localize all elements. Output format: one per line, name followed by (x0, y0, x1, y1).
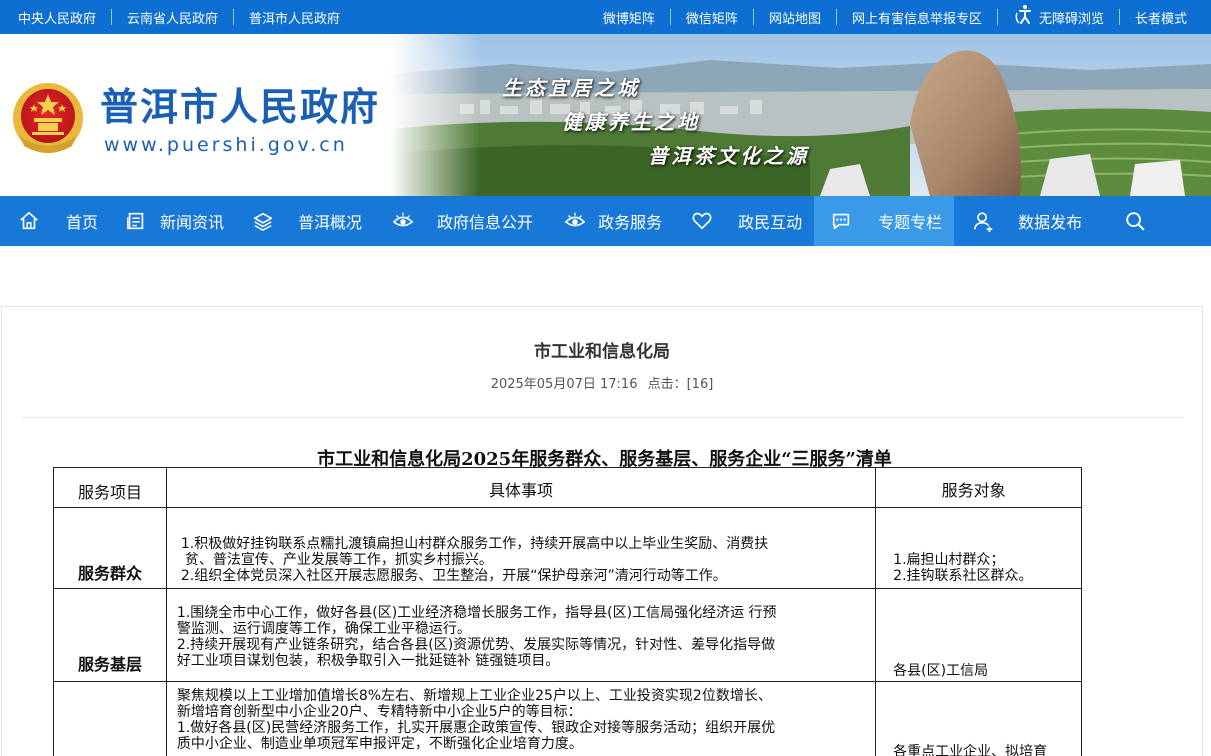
link-site-map[interactable]: 网站地图 (769, 8, 821, 27)
nav-item-label: 专题专栏 (878, 213, 943, 232)
nav-item-home[interactable]: 首页 (0, 196, 98, 246)
article-title: 市工业和信息化局 (534, 342, 670, 362)
column-header: 服务项目 (53, 467, 167, 508)
column-header: 服务对象 (875, 467, 1082, 508)
service-details-cell: 1.积极做好挂钩联系点糯扎渡镇扁担山村群众服务工作，持续开展高中以上毕业生奖励、… (165, 507, 877, 589)
service-list-table: 服务项目 具体事项 服务对象 服务群众 1.积极做好挂钩联系点糯扎渡镇扁担山村群… (53, 467, 1082, 756)
detail-line: 1.围绕全市中心工作，做好各县(区)工业经济稳增长服务工作，指导县(区)工信局强… (176, 605, 777, 621)
link-puer-government[interactable]: 普洱市人民政府 (249, 8, 340, 27)
link-central-government[interactable]: 中央人民政府 (18, 8, 96, 27)
service-details-cell: 聚焦规模以上工业增加值增长8%左右、新增规上工业企业25户以上、工业投资实现2位… (165, 681, 877, 756)
nav-item-special-topics[interactable]: 专题专栏 (814, 196, 955, 246)
table-row: 服务群众 1.积极做好挂钩联系点糯扎渡镇扁担山村群众服务工作，持续开展高中以上毕… (53, 507, 1082, 589)
site-url: www.puershi.gov.cn (104, 134, 348, 156)
divider (669, 9, 671, 25)
service-item-cell (53, 681, 167, 756)
nav-item-news[interactable]: 新闻资讯 (125, 196, 224, 246)
service-item-cell: 服务群众 (53, 507, 167, 589)
article-clicks: 点击：[16] (647, 377, 714, 392)
target-line: 2.挂钩联系社区群众。 (893, 568, 1033, 584)
home-icon (18, 210, 40, 232)
divider (835, 9, 837, 25)
link-yunnan-government[interactable]: 云南省人民政府 (127, 8, 218, 27)
detail-line: 1.做好各县(区)民营经济服务工作，扎实开展惠企政策宣传、银政企对接等服务活动；… (176, 720, 776, 736)
table-header-row: 服务项目 具体事项 服务对象 (53, 467, 1082, 508)
nav-item-interaction[interactable]: 政民互动 (691, 196, 802, 246)
service-target-cell: 1.扁担山村群众； 2.挂钩联系社区群众。 (875, 507, 1082, 589)
detail-line: 好工业项目谋划包装，积极争取引入一批延链补 链强链项目。 (176, 653, 560, 669)
nav-item-label: 政府信息公开 (437, 213, 534, 232)
nav-item-label: 首页 (66, 213, 99, 232)
news-icon (125, 210, 147, 232)
banner-slogan-2: 健康养生之地 (562, 110, 700, 134)
chat-icon (830, 210, 852, 232)
nav-item-gov-info[interactable]: 政府信息公开 (392, 196, 533, 246)
service-details-cell: 1.围绕全市中心工作，做好各县(区)工业经济稳增长服务工作，指导县(区)工信局强… (165, 588, 877, 682)
nav-item-label: 政民互动 (738, 213, 803, 232)
detail-line: 质中小企业、制造业单项冠军申报评定，不断强化企业培育力度。 (176, 736, 583, 752)
banner-slogan-3: 普洱茶文化之源 (648, 144, 809, 168)
article-date: 2025年05月07日 17:16 (490, 377, 638, 392)
detail-line: 新增培育创新型中小企业20户、专精特新中小企业5户的等目标： (176, 704, 582, 720)
national-emblem-logo (12, 80, 84, 156)
accessibility-button[interactable]: 无障碍浏览 (1013, 3, 1104, 31)
link-wechat-matrix[interactable]: 微信矩阵 (686, 8, 738, 27)
table-row: 聚焦规模以上工业增加值增长8%左右、新增规上工业企业25户以上、工业投资实现2位… (53, 681, 1082, 756)
target-line: 各重点工业企业、拟培育 (893, 744, 1048, 756)
user-icon (972, 210, 994, 232)
service-target-cell: 各重点工业企业、拟培育 (875, 681, 1082, 756)
divider (22, 417, 1184, 418)
search-icon (1124, 210, 1146, 232)
top-bar-right-links: 微博矩阵 微信矩阵 网站地图 网上有害信息举报专区 无障碍浏览 长者模式 (603, 0, 1187, 34)
detail-line: 聚焦规模以上工业增加值增长8%左右、新增规上工业企业25户以上、工业投资实现2位… (176, 688, 772, 704)
nav-item-label: 新闻资讯 (160, 213, 225, 232)
nav-item-label: 数据发布 (1018, 213, 1083, 232)
nav-item-data-release[interactable]: 数据发布 (972, 196, 1082, 246)
column-header: 具体事项 (165, 467, 877, 508)
nav-item-puer-overview[interactable]: 普洱概况 (252, 196, 362, 246)
nav-item-gov-services[interactable]: 政务服务 (564, 196, 662, 246)
table-row: 服务基层 1.围绕全市中心工作，做好各县(区)工业经济稳增长服务工作，指导县(区… (53, 588, 1082, 682)
site-header: 普洱市人民政府 www.puershi.gov.cn 生态宜居之城 健康养生之地… (0, 34, 1211, 196)
eye-icon (392, 210, 414, 232)
detail-line: 1.积极做好挂钩联系点糯扎渡镇扁担山村群众服务工作，持续开展高中以上毕业生奖励、… (180, 536, 769, 552)
eye-icon (564, 210, 586, 232)
link-weibo-matrix[interactable]: 微博矩阵 (603, 8, 655, 27)
accessibility-icon (1013, 3, 1037, 31)
top-bar-left-links: 中央人民政府 云南省人民政府 普洱市人民政府 (18, 0, 340, 34)
site-title: 普洱市人民政府 (100, 84, 381, 129)
divider (996, 9, 998, 25)
nav-item-label: 普洱概况 (298, 213, 363, 232)
main-nav: 首页 新闻资讯 普洱概况 政府信息公开 政务服务 政民互动 专题专栏 数据发布 (0, 196, 1211, 246)
elder-mode-button[interactable]: 长者模式 (1135, 8, 1187, 27)
nav-item-label: 政务服务 (598, 213, 663, 232)
detail-line: 贫、普法宣传、产业发展等工作，抓实乡村振兴。 (184, 552, 493, 568)
top-bar: 中央人民政府 云南省人民政府 普洱市人民政府 微博矩阵 微信矩阵 网站地图 网上… (0, 0, 1211, 34)
divider (752, 9, 754, 25)
detail-line: 警监测、运行调度等工作，确保工业平稳运行。 (176, 621, 471, 637)
heart-icon (691, 210, 713, 232)
search-button[interactable] (1124, 196, 1146, 246)
banner-slogan-1: 生态宜居之城 (502, 76, 640, 100)
header-banner-image: 生态宜居之城 健康养生之地 普洱茶文化之源 (390, 34, 1211, 196)
article-panel: 市工业和信息化局 2025年05月07日 17:16 点击：[16] 市工业和信… (1, 306, 1203, 756)
divider (111, 9, 113, 25)
divider (1118, 9, 1120, 25)
article-meta: 2025年05月07日 17:16 点击：[16] (2, 373, 1202, 392)
layers-icon (252, 210, 274, 232)
detail-line: 2.组织全体党员深入社区开展志愿服务、卫生整治，开展“保护母亲河”清河行动等工作… (180, 568, 727, 584)
service-target-cell: 各县(区)工信局 (875, 588, 1082, 682)
target-line: 1.扁担山村群众； (893, 552, 1005, 568)
detail-line: 2.持续开展现有产业链条研究，结合各县(区)资源优势、发展实际等情况，针对性、差… (176, 637, 776, 653)
accessibility-label: 无障碍浏览 (1038, 11, 1104, 27)
service-item-cell: 服务基层 (53, 588, 167, 682)
link-harmful-info-report[interactable]: 网上有害信息举报专区 (852, 8, 982, 27)
target-line: 各县(区)工信局 (893, 663, 989, 679)
divider (233, 9, 235, 25)
